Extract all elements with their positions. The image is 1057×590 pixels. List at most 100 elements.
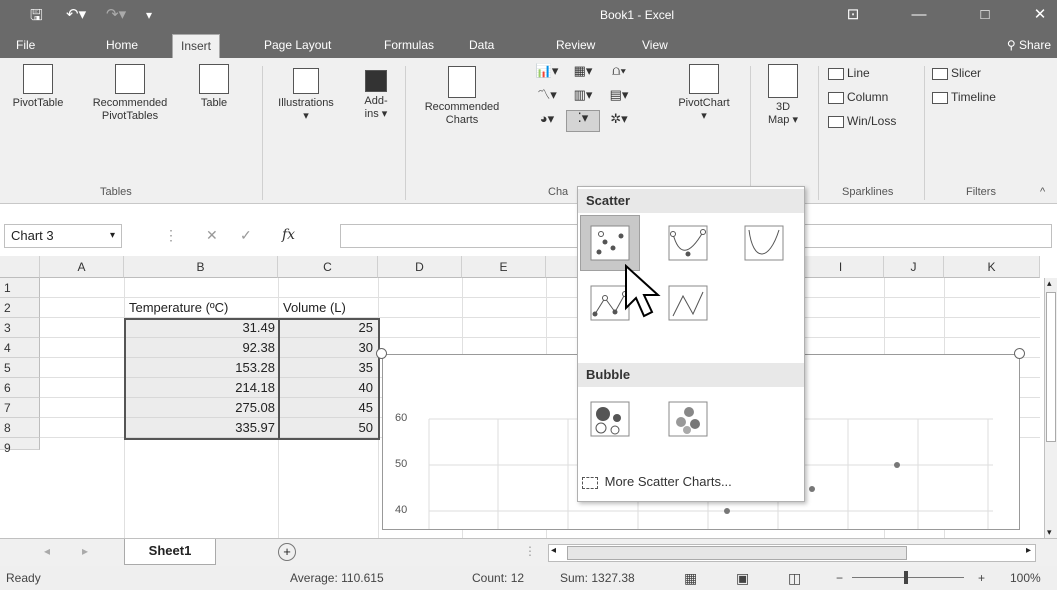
column-header-e[interactable]: E: [462, 256, 546, 278]
scatter-smooth-lines-markers-option[interactable]: [658, 215, 718, 271]
scrollbar-thumb[interactable]: [567, 546, 907, 560]
column-header-k[interactable]: K: [944, 256, 1040, 278]
row-header[interactable]: 8: [0, 418, 40, 438]
scatter-smooth-lines-option[interactable]: [734, 215, 794, 271]
column-header-b[interactable]: B: [124, 256, 278, 278]
maximize-button[interactable]: □: [970, 4, 1000, 26]
horizontal-scrollbar[interactable]: ◂ ▸: [548, 544, 1036, 562]
scroll-up-icon[interactable]: ▴: [1047, 278, 1052, 289]
name-box[interactable]: Chart 3 ▾: [4, 224, 122, 248]
customize-qat-icon[interactable]: ▾: [146, 8, 152, 22]
row-header[interactable]: 5: [0, 358, 40, 378]
scrollbar-thumb[interactable]: [1046, 292, 1056, 442]
line-chart-button[interactable]: 〽▾: [532, 88, 562, 101]
sparkline-line-button[interactable]: Line: [828, 66, 870, 80]
timeline-button[interactable]: Timeline: [932, 90, 996, 104]
close-button[interactable]: ✕: [1025, 4, 1055, 26]
combo-chart-button[interactable]: ▤▾: [604, 88, 634, 101]
cell-b3[interactable]: 31.49: [126, 318, 278, 338]
tab-file[interactable]: File: [8, 34, 43, 58]
insert-function-button[interactable]: fx: [282, 227, 295, 243]
select-all-corner[interactable]: [0, 256, 40, 278]
table-button[interactable]: Table: [190, 64, 238, 110]
zoom-slider-thumb[interactable]: [904, 571, 908, 584]
scroll-right-icon[interactable]: ▸: [1026, 545, 1031, 556]
cell-c5[interactable]: 35: [280, 358, 376, 378]
zoom-in-button[interactable]: +: [978, 566, 985, 590]
column-header-i[interactable]: I: [798, 256, 884, 278]
waterfall-chart-button[interactable]: ⩍▾: [604, 64, 634, 77]
cell-c3[interactable]: 25: [280, 318, 376, 338]
redo-icon[interactable]: ↷▾: [106, 5, 126, 23]
pivottable-button[interactable]: PivotTable: [4, 64, 72, 110]
cell-b6[interactable]: 214.18: [126, 378, 278, 398]
scroll-sheets-right-icon[interactable]: ▸: [82, 544, 88, 558]
vertical-scrollbar[interactable]: ▴ ▾: [1044, 278, 1057, 538]
row-header[interactable]: 6: [0, 378, 40, 398]
scroll-left-icon[interactable]: ◂: [551, 545, 556, 556]
cell-c7[interactable]: 45: [280, 398, 376, 418]
scatter-markers-option[interactable]: [580, 215, 640, 271]
row-header[interactable]: 2: [0, 298, 40, 318]
collapse-ribbon-icon[interactable]: ^: [1040, 186, 1045, 198]
sheet-tab-sheet1[interactable]: Sheet1: [124, 539, 216, 565]
normal-view-icon[interactable]: ▦: [684, 566, 697, 590]
cell-c6[interactable]: 40: [280, 378, 376, 398]
3d-bubble-option[interactable]: [658, 391, 718, 447]
pie-chart-button[interactable]: ◕▾: [532, 112, 562, 125]
cell-b2[interactable]: Temperature (ºC): [126, 298, 278, 318]
cell-c4[interactable]: 30: [280, 338, 376, 358]
tab-data[interactable]: Data: [461, 34, 502, 58]
cell-c2[interactable]: Volume (L): [280, 298, 378, 318]
chart-resize-handle[interactable]: [1014, 348, 1025, 359]
cell-b8[interactable]: 335.97: [126, 418, 278, 438]
column-header-c[interactable]: C: [278, 256, 378, 278]
save-icon[interactable]: 🖫: [30, 5, 43, 30]
column-header-a[interactable]: A: [40, 256, 124, 278]
illustrations-button[interactable]: Illustrations ▾: [266, 64, 346, 123]
hierarchy-chart-button[interactable]: ▦▾: [568, 64, 598, 77]
more-scatter-charts-option[interactable]: More Scatter Charts...: [582, 469, 800, 495]
row-header[interactable]: 3: [0, 318, 40, 338]
row-header[interactable]: 7: [0, 398, 40, 418]
page-layout-view-icon[interactable]: ▣: [736, 566, 749, 590]
zoom-slider[interactable]: [852, 577, 964, 578]
addins-button[interactable]: Add- ins ▾: [354, 64, 398, 121]
scatter-chart-button[interactable]: ⁚▾: [566, 110, 600, 132]
radar-chart-button[interactable]: ✲▾: [604, 112, 634, 125]
sparkline-winloss-button[interactable]: Win/Loss: [828, 114, 896, 128]
recommended-pivottables-button[interactable]: Recommended PivotTables: [80, 64, 180, 123]
ribbon-display-options-icon[interactable]: ⊡: [838, 4, 868, 26]
new-sheet-button[interactable]: +: [278, 543, 296, 561]
cancel-icon[interactable]: ✕: [206, 227, 218, 244]
3d-map-button[interactable]: 3D Map ▾: [755, 64, 811, 127]
column-chart-button[interactable]: 📊▾: [532, 64, 562, 77]
pivotchart-button[interactable]: PivotChart ▾: [664, 64, 744, 123]
tab-home[interactable]: Home: [98, 34, 146, 58]
tab-view[interactable]: View: [634, 34, 676, 58]
row-header[interactable]: 1: [0, 278, 40, 298]
chart-resize-handle[interactable]: [376, 348, 387, 359]
zoom-level[interactable]: 100%: [1010, 566, 1041, 590]
enter-icon[interactable]: ✓: [240, 227, 252, 244]
cell-b5[interactable]: 153.28: [126, 358, 278, 378]
share-button[interactable]: ⚲ Share: [1007, 34, 1051, 56]
column-header-j[interactable]: J: [884, 256, 944, 278]
tab-page-layout[interactable]: Page Layout: [256, 34, 339, 58]
minimize-button[interactable]: —: [904, 4, 934, 26]
scroll-sheets-left-icon[interactable]: ◂: [44, 544, 50, 558]
scroll-down-icon[interactable]: ▾: [1047, 527, 1052, 538]
tab-insert[interactable]: Insert: [172, 34, 221, 58]
slicer-button[interactable]: Slicer: [932, 66, 981, 80]
row-header[interactable]: 4: [0, 338, 40, 358]
column-header-d[interactable]: D: [378, 256, 462, 278]
page-break-view-icon[interactable]: ◫: [788, 566, 801, 590]
statistic-chart-button[interactable]: ▥▾: [568, 88, 598, 101]
chevron-down-icon[interactable]: ▾: [110, 225, 115, 247]
row-header[interactable]: 9: [0, 438, 40, 455]
cell-b4[interactable]: 92.38: [126, 338, 278, 358]
undo-icon[interactable]: ↶▾: [66, 5, 86, 23]
bubble-option[interactable]: [580, 391, 640, 447]
tab-formulas[interactable]: Formulas: [376, 34, 442, 58]
recommended-charts-button[interactable]: Recommended Charts: [410, 64, 514, 127]
